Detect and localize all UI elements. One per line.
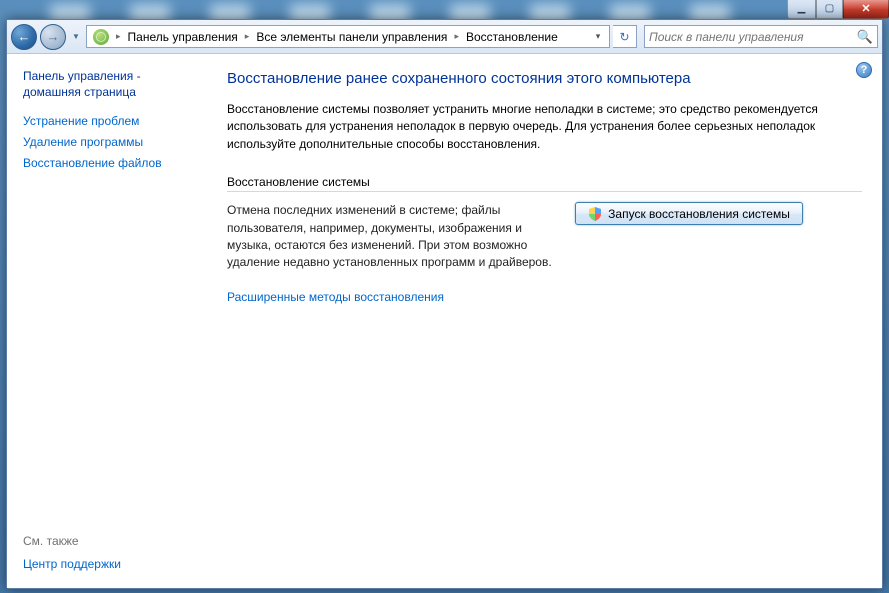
content-pane: ? Восстановление ранее сохраненного сост…: [211, 54, 882, 588]
sidebar-link-restore-files[interactable]: Восстановление файлов: [23, 156, 199, 170]
section-label: Восстановление системы: [227, 175, 862, 189]
divider: [227, 191, 862, 192]
help-icon[interactable]: ?: [856, 62, 872, 78]
close-icon: ✕: [861, 4, 870, 15]
close-button[interactable]: ✕: [843, 0, 889, 19]
section-description: Отмена последних изменений в системе; фа…: [227, 202, 557, 272]
address-bar[interactable]: ▸ Панель управления ▸ Все элементы панел…: [86, 25, 610, 48]
see-also-label: См. также: [23, 534, 199, 548]
navigation-bar: ← → ▼ ▸ Панель управления ▸ Все элементы…: [7, 20, 882, 54]
shield-icon: [588, 207, 602, 221]
breadcrumb-segment[interactable]: Восстановление: [462, 26, 562, 47]
refresh-button[interactable]: ↻: [613, 25, 637, 48]
breadcrumb-segment[interactable]: Панель управления: [124, 26, 242, 47]
page-title: Восстановление ранее сохраненного состоя…: [227, 70, 862, 87]
chevron-right-icon: ▸: [113, 31, 124, 42]
maximize-icon: ▢: [825, 4, 834, 14]
sidebar: Панель управления - домашняя страница Ус…: [7, 54, 211, 588]
sidebar-home-link[interactable]: Панель управления - домашняя страница: [23, 68, 199, 100]
chevron-right-icon: ▸: [451, 31, 462, 42]
button-label: Запуск восстановления системы: [608, 207, 790, 221]
breadcrumb-segment[interactable]: Все элементы панели управления: [252, 26, 451, 47]
search-input[interactable]: [649, 30, 857, 44]
search-icon: 🔍: [857, 29, 873, 45]
arrow-right-icon: →: [47, 29, 60, 44]
advanced-recovery-link[interactable]: Расширенные методы восстановления: [227, 290, 444, 304]
arrow-left-icon: ←: [18, 29, 31, 44]
back-button[interactable]: ←: [11, 24, 37, 50]
forward-button[interactable]: →: [40, 24, 66, 50]
chevron-right-icon: ▸: [242, 31, 253, 42]
intro-text: Восстановление системы позволяет устрани…: [227, 101, 847, 153]
minimize-button[interactable]: ▁: [787, 0, 816, 19]
system-restore-button[interactable]: Запуск восстановления системы: [575, 202, 803, 225]
sidebar-link-troubleshoot[interactable]: Устранение проблем: [23, 114, 199, 128]
search-box[interactable]: 🔍: [644, 25, 878, 48]
maximize-button[interactable]: ▢: [816, 0, 843, 19]
sidebar-link-uninstall[interactable]: Удаление программы: [23, 135, 199, 149]
refresh-icon: ↻: [619, 30, 629, 44]
sidebar-link-action-center[interactable]: Центр поддержки: [23, 557, 199, 571]
address-dropdown[interactable]: ▾: [589, 31, 607, 42]
minimize-icon: ▁: [798, 4, 806, 14]
explorer-window: ← → ▼ ▸ Панель управления ▸ Все элементы…: [6, 19, 883, 589]
recent-pages-dropdown[interactable]: ▼: [69, 32, 83, 41]
control-panel-icon: [93, 29, 109, 45]
